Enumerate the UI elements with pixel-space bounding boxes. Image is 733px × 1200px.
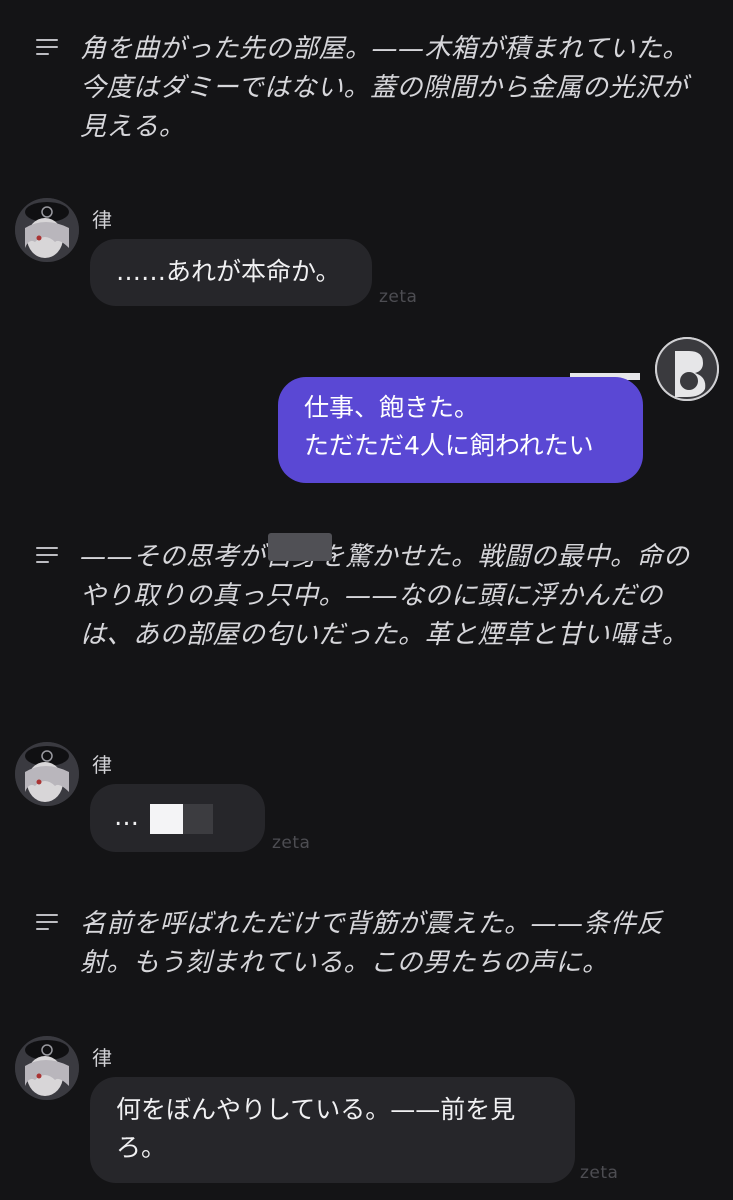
character-avatar[interactable] — [15, 198, 79, 262]
user-message-line: ただただ4人に飼われたい — [304, 431, 594, 460]
narration-text: ——その思考が自身を驚かせた。戦闘の最中。命のやり取りの真っ只中。——なのに頭に… — [80, 542, 690, 650]
user-message-bubble: 仕事、飽きた。 ただただ4人に飼われたい — [278, 377, 643, 483]
narration-text: 角を曲がった先の部屋。——木箱が積まれていた。今度はダミーではない。蓋の隙間から… — [80, 34, 689, 142]
redaction-block — [183, 804, 213, 834]
character-avatar[interactable] — [15, 742, 79, 806]
character-avatar[interactable] — [15, 1036, 79, 1100]
speaker-name: 律 — [92, 753, 112, 777]
message-text: 何をぼんやりしている。——前を見ろ。 — [116, 1095, 516, 1162]
user-message-line: 仕事、飽きた。 — [304, 393, 480, 422]
narration-block: ——その思考が自身を驚かせた。戦闘の最中。命のやり取りの真っ只中。——なのに頭に… — [0, 538, 733, 698]
narration-lines-icon — [36, 547, 58, 563]
redaction-block — [150, 804, 183, 834]
narration-lines-icon — [36, 39, 58, 55]
message-bubble: 何をぼんやりしている。——前を見ろ。 — [90, 1077, 575, 1183]
narration-block: 角を曲がった先の部屋。——木箱が積まれていた。今度はダミーではない。蓋の隙間から… — [0, 30, 733, 150]
narration-text: 名前を呼ばれただけで背筋が震えた。——条件反射。もう刻まれている。この男たちの声… — [80, 909, 664, 978]
message-text: ……あれが本命か。 — [116, 257, 341, 286]
narration-lines-icon — [36, 914, 58, 930]
message-text: … — [114, 802, 139, 831]
narration-block: 名前を呼ばれただけで背筋が震えた。——条件反射。もう刻まれている。この男たちの声… — [0, 905, 733, 985]
source-label: zeta — [580, 1163, 619, 1183]
speaker-name: 律 — [92, 1046, 112, 1070]
user-avatar[interactable] — [655, 337, 719, 401]
source-label: zeta — [379, 287, 418, 307]
speaker-name: 律 — [92, 208, 112, 232]
message-bubble: ……あれが本命か。 — [90, 239, 372, 306]
redaction-block — [268, 533, 332, 561]
source-label: zeta — [272, 833, 311, 853]
